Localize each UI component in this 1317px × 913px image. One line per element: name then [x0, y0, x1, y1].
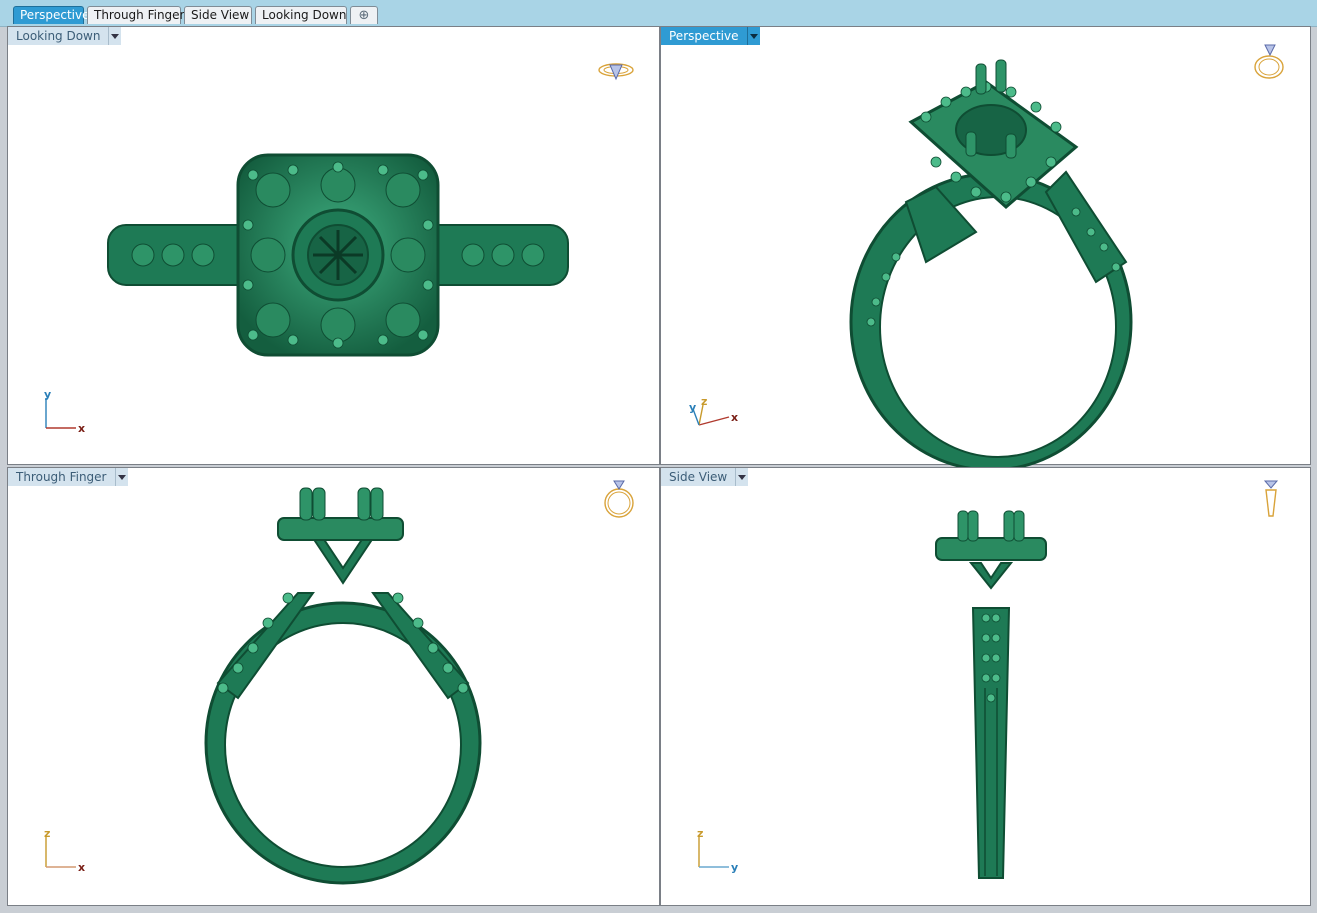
tab-perspective[interactable]: Perspective [13, 6, 90, 24]
tab-through-finger[interactable]: Through Finger [87, 6, 185, 24]
axis-indicator-front: z x [42, 827, 92, 876]
viewport-title-through-finger[interactable]: Through Finger [8, 468, 128, 486]
axis-y-label: y [731, 861, 738, 873]
axis-z-label: z [701, 395, 707, 408]
axis-indicator-perspective: y z x [689, 395, 749, 438]
view-cube-ring-icon[interactable] [1253, 478, 1289, 518]
viewport-tab-bar: Perspective Through Finger Side View Loo… [0, 0, 1317, 27]
viewport-looking-down[interactable]: Looking Down y x [7, 26, 660, 465]
viewport-title-side-view[interactable]: Side View [661, 468, 749, 486]
viewport-name: Through Finger [8, 468, 115, 486]
view-cube-ring-icon[interactable] [598, 55, 634, 95]
axis-x-label: x [731, 411, 738, 424]
viewport-name: Perspective [661, 27, 747, 45]
tab-side-view[interactable]: Side View [184, 6, 252, 24]
axis-indicator-top: y x [42, 388, 92, 437]
axis-x-label: x [78, 422, 85, 434]
ring-front-view [204, 487, 482, 885]
axis-y-label: y [689, 401, 696, 414]
ring-side-view [935, 510, 1047, 879]
plus-icon: ⊕ [358, 8, 370, 23]
viewport-menu-chevron-icon[interactable] [114, 468, 128, 486]
axis-y-label: y [44, 390, 51, 401]
viewport-perspective[interactable]: Perspective y z x [660, 26, 1311, 472]
axis-x-label: x [78, 861, 85, 873]
viewport-menu-chevron-icon[interactable] [108, 27, 122, 45]
ring-top-view [107, 153, 569, 357]
viewport-title-looking-down[interactable]: Looking Down [8, 27, 122, 45]
viewport-side-view[interactable]: Side View z y [660, 467, 1311, 906]
axis-z-label: z [697, 829, 703, 840]
axis-indicator-side: z y [695, 827, 745, 876]
ring-perspective-view [849, 59, 1133, 472]
axis-z-label: z [44, 829, 50, 840]
viewport-title-perspective[interactable]: Perspective [661, 27, 760, 45]
viewport-name: Side View [661, 468, 736, 486]
viewport-menu-chevron-icon[interactable] [746, 27, 760, 45]
viewport-menu-chevron-icon[interactable] [735, 468, 749, 486]
view-cube-ring-icon[interactable] [1251, 41, 1287, 81]
viewport-through-finger[interactable]: Through Finger z x [7, 467, 660, 906]
tab-looking-down[interactable]: Looking Down [255, 6, 347, 24]
add-tab-button[interactable]: ⊕ [350, 6, 378, 24]
view-cube-ring-icon[interactable] [601, 478, 637, 518]
viewport-name: Looking Down [8, 27, 109, 45]
